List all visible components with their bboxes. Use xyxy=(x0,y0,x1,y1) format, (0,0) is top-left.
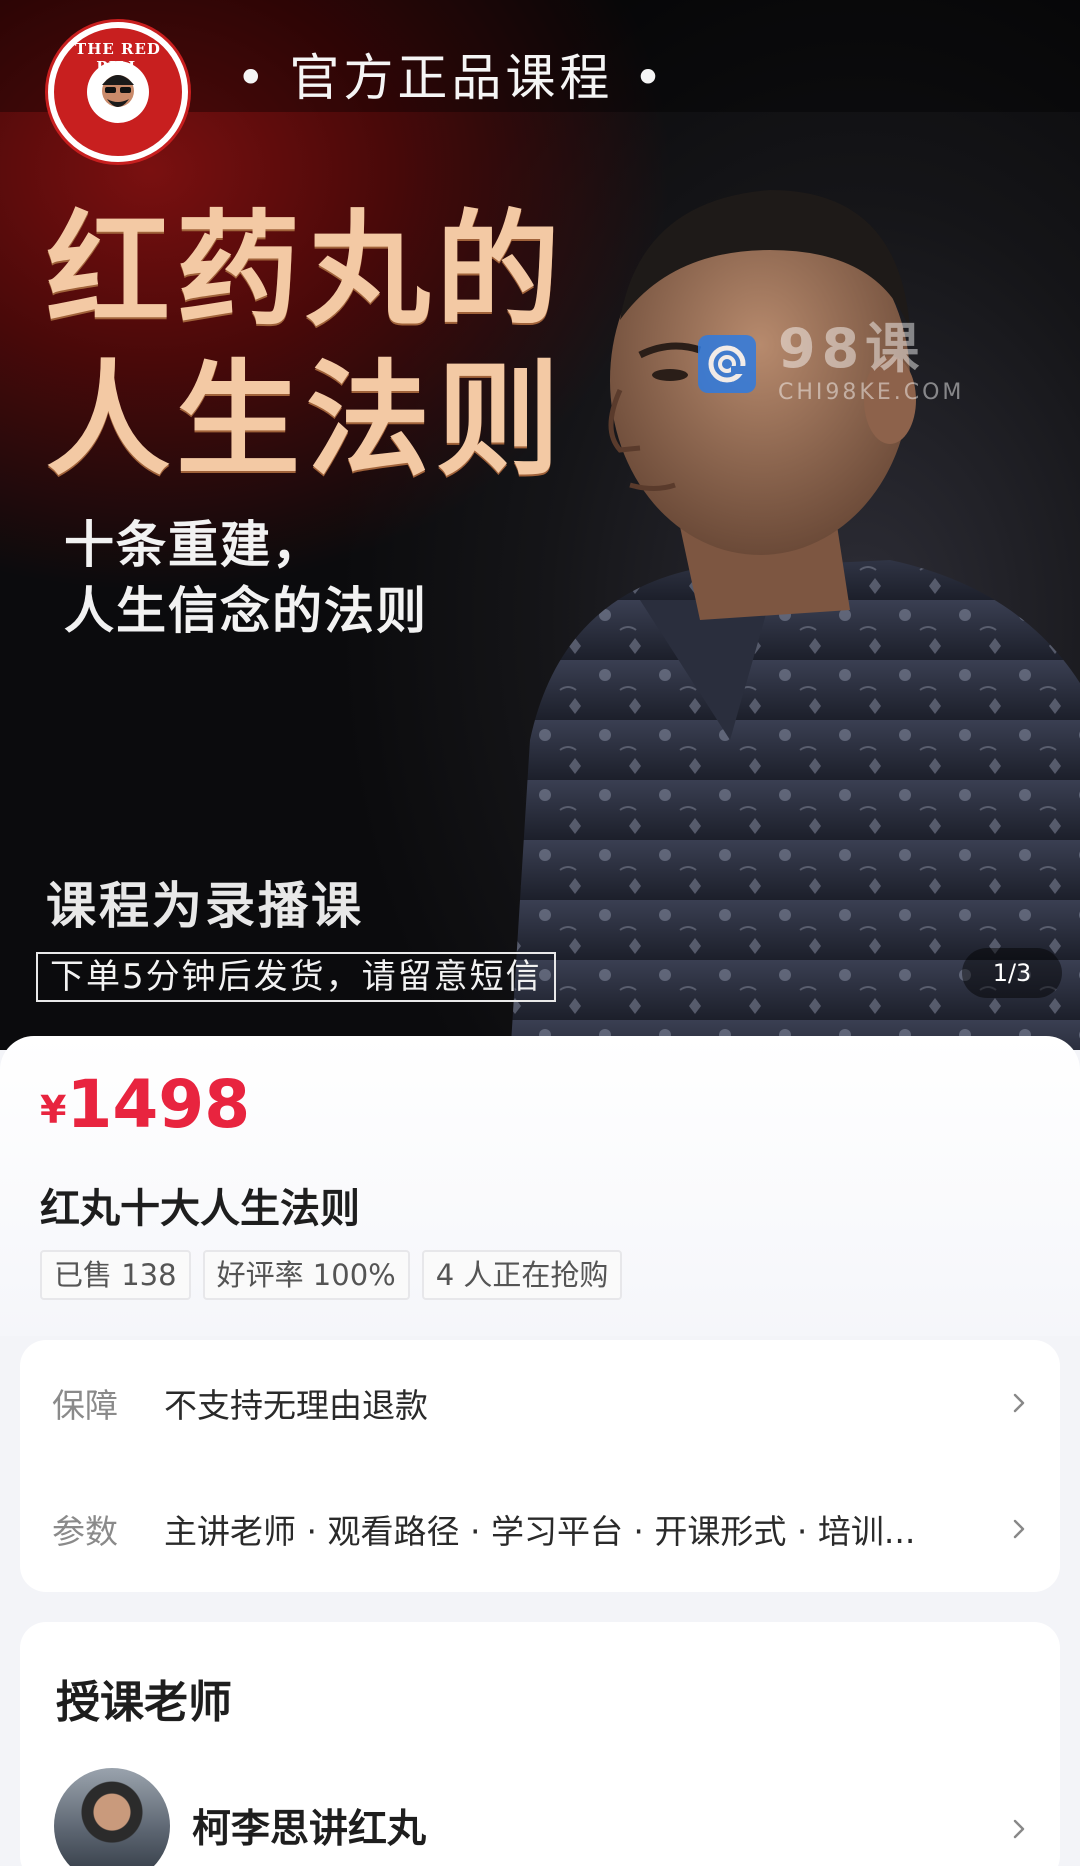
teacher-name: 柯李思讲红丸 xyxy=(192,1807,427,1852)
course-cover-subtitle: 十条重建， 人生信念的法则 xyxy=(64,512,428,644)
params-label: 参数 xyxy=(52,1512,118,1551)
teacher-heading: 授课老师 xyxy=(56,1677,232,1728)
delivery-notice: 下单5分钟后发货，请留意短信 xyxy=(36,952,556,1002)
teacher-row[interactable]: 柯李思讲红丸 xyxy=(20,1768,1060,1866)
params-value: 主讲老师 · 观看路径 · 学习平台 · 开课形式 · 培训... xyxy=(164,1512,916,1551)
chevron-right-icon xyxy=(1008,1392,1030,1414)
price: ¥1498 xyxy=(40,1066,250,1143)
currency-symbol: ¥ xyxy=(40,1088,67,1132)
product-image-carousel[interactable]: THE RED PILL • 官方正品课程 • 红药丸的 人生法则 十条重建， … xyxy=(0,0,1080,1050)
watermark-text: 98课 xyxy=(778,317,926,380)
sold-count-tag: 已售 138 xyxy=(40,1250,191,1300)
buying-now-tag: 4 人正在抢购 xyxy=(421,1250,623,1300)
chevron-right-icon xyxy=(1008,1818,1030,1840)
rating-tag: 好评率 100% xyxy=(202,1250,410,1300)
product-title: 红丸十大人生法则 xyxy=(40,1186,360,1232)
guarantee-row[interactable]: 保障 不支持无理由退款 xyxy=(20,1340,1060,1466)
guarantee-label: 保障 xyxy=(52,1386,118,1425)
logo-badge-icon: THE RED PILL xyxy=(48,22,188,162)
course-cover-title: 红药丸的 人生法则 xyxy=(46,196,566,496)
course-cover-subtitle-line2: 人生信念的法则 xyxy=(64,581,428,640)
course-cover-title-line2: 人生法则 xyxy=(46,348,567,493)
watermark-icon xyxy=(698,334,756,393)
params-row[interactable]: 参数 主讲老师 · 观看路径 · 学习平台 · 开课形式 · 培训... xyxy=(20,1466,1060,1592)
teacher-avatar xyxy=(54,1768,170,1866)
logo-text: THE RED PILL xyxy=(75,40,161,76)
carousel-page-indicator: 1/3 xyxy=(962,948,1062,998)
chevron-right-icon xyxy=(1008,1518,1030,1540)
teacher-card: 授课老师 柯李思讲红丸 xyxy=(20,1622,1060,1866)
product-info-card: ¥1498 红丸十大人生法则 已售 138 好评率 100% 4 人正在抢购 xyxy=(0,1036,1080,1336)
price-value: 1498 xyxy=(66,1066,251,1143)
course-cover-subtitle-line1: 十条重建， xyxy=(64,515,324,574)
recorded-course-label: 课程为录播课 xyxy=(46,877,364,935)
service-params-card: 保障 不支持无理由退款 参数 主讲老师 · 观看路径 · 学习平台 · 开课形式… xyxy=(20,1340,1060,1592)
watermark: 98课 CHI98KE.COM xyxy=(698,322,964,405)
official-course-label: • 官方正品课程 • xyxy=(236,49,667,107)
watermark-url: CHI98KE.COM xyxy=(778,380,965,405)
course-cover-title-line1: 红药丸的 xyxy=(46,198,567,343)
guarantee-value: 不支持无理由退款 xyxy=(164,1386,428,1425)
product-tags: 已售 138 好评率 100% 4 人正在抢购 xyxy=(40,1250,623,1300)
